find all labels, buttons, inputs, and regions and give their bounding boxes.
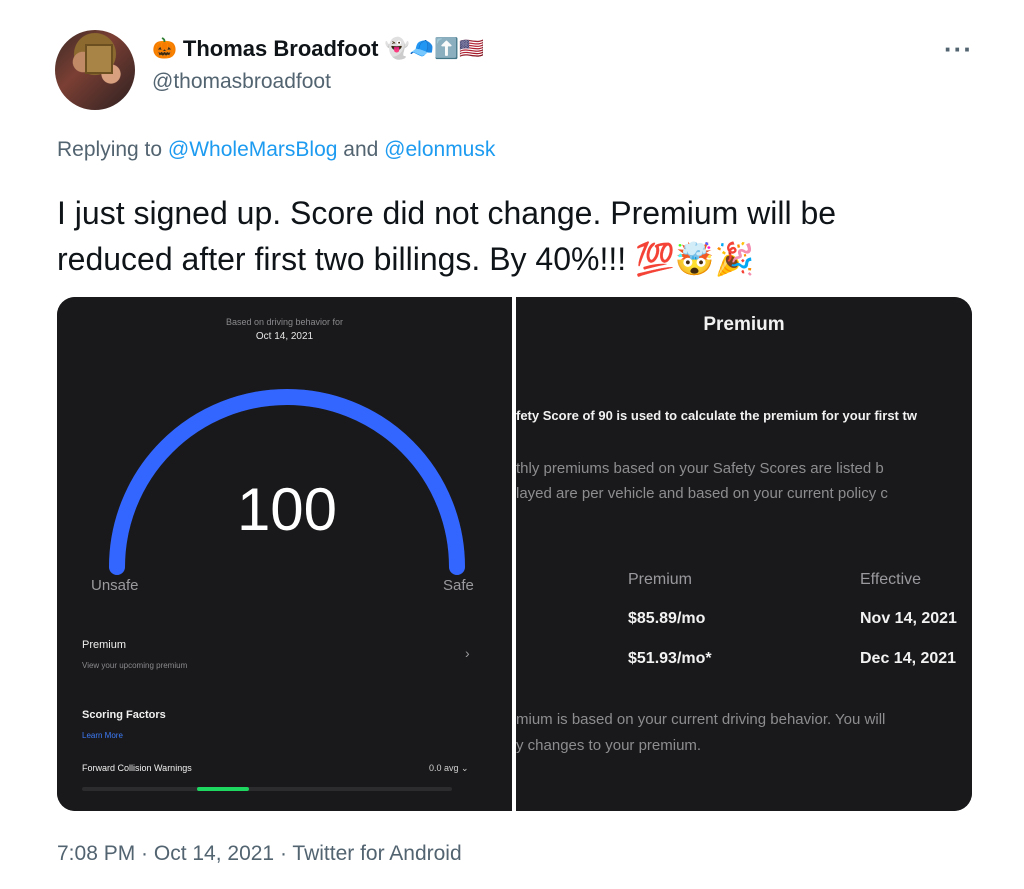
factor-value[interactable]: 0.0 avg ⌄ — [429, 763, 469, 774]
row-2-effective: Dec 14, 2021 — [860, 650, 957, 667]
row-1-premium: $85.89/mo — [628, 610, 706, 627]
column-header-premium: Premium — [628, 571, 693, 588]
safety-score-screenshot[interactable]: Based on driving behavior for Oct 14, 20… — [57, 297, 512, 811]
factor-value-text: 0.0 avg — [429, 763, 459, 773]
tweet-timestamp[interactable]: 7:08 PM · Oct 14, 2021 · Twitter for And… — [57, 842, 462, 866]
column-header-effective: Effective — [860, 571, 922, 588]
learn-more-link[interactable]: Learn More — [82, 731, 123, 740]
premium-screenshot[interactable]: Premium fety Score of 90 is used to calc… — [516, 297, 972, 811]
row-1-effective: Nov 14, 2021 — [860, 610, 957, 627]
factor-label: Forward Collision Warnings — [82, 763, 192, 773]
unsafe-label: Unsafe — [91, 577, 139, 594]
tweet-text-line-2: reduced after first two billings. By 40%… — [57, 241, 755, 277]
premium-desc-line-3: layed are per vehicle and based on your … — [516, 485, 888, 502]
premium-row-label[interactable]: Premium — [82, 639, 126, 651]
replying-to: Replying to @WholeMarsBlog and @elonmusk — [57, 138, 495, 162]
author-name-row[interactable]: 🎃 Thomas Broadfoot 👻🧢⬆️🇺🇸 — [152, 36, 484, 62]
pumpkin-emoji: 🎃 — [152, 38, 177, 60]
premium-note-line-2: y changes to your premium. — [516, 737, 702, 754]
safe-label: Safe — [443, 577, 474, 594]
chevron-down-icon: ⌄ — [461, 763, 469, 773]
scoring-factors-label: Scoring Factors — [82, 709, 166, 721]
reply-and: and — [337, 138, 385, 161]
premium-desc-line-2: thly premiums based on your Safety Score… — [516, 460, 884, 477]
reply-prefix: Replying to — [57, 138, 168, 161]
tweet-text-line-1: I just signed up. Score did not change. … — [57, 195, 837, 231]
tweet-media[interactable]: Based on driving behavior for Oct 14, 20… — [57, 297, 972, 811]
premium-row-subtitle: View your upcoming premium — [82, 661, 188, 670]
based-on-label: Based on driving behavior for — [225, 317, 344, 327]
mention-elonmusk[interactable]: @elonmusk — [384, 138, 495, 161]
factor-bar-track — [82, 787, 452, 791]
tweet-text: I just signed up. Score did not change. … — [57, 190, 957, 282]
premium-title: Premium — [703, 314, 785, 335]
more-options-icon[interactable]: ··· — [944, 34, 973, 65]
chevron-right-icon[interactable]: › — [465, 645, 470, 661]
premium-desc-line-1: fety Score of 90 is used to calculate th… — [516, 408, 917, 423]
avatar[interactable] — [55, 30, 135, 110]
score-date: Oct 14, 2021 — [255, 331, 314, 342]
row-2-premium: $51.93/mo* — [628, 650, 712, 667]
avatar-photo-detail — [85, 44, 113, 74]
premium-note-line-1: mium is based on your current driving be… — [516, 711, 886, 728]
author-name[interactable]: Thomas Broadfoot — [183, 36, 379, 62]
safety-score-value: 100 — [236, 476, 338, 543]
author-handle[interactable]: @thomasbroadfoot — [152, 70, 331, 94]
mention-wholemarsblog[interactable]: @WholeMarsBlog — [168, 138, 338, 161]
name-emojis: 👻🧢⬆️🇺🇸 — [384, 38, 485, 60]
factor-bar-fill — [197, 787, 249, 791]
